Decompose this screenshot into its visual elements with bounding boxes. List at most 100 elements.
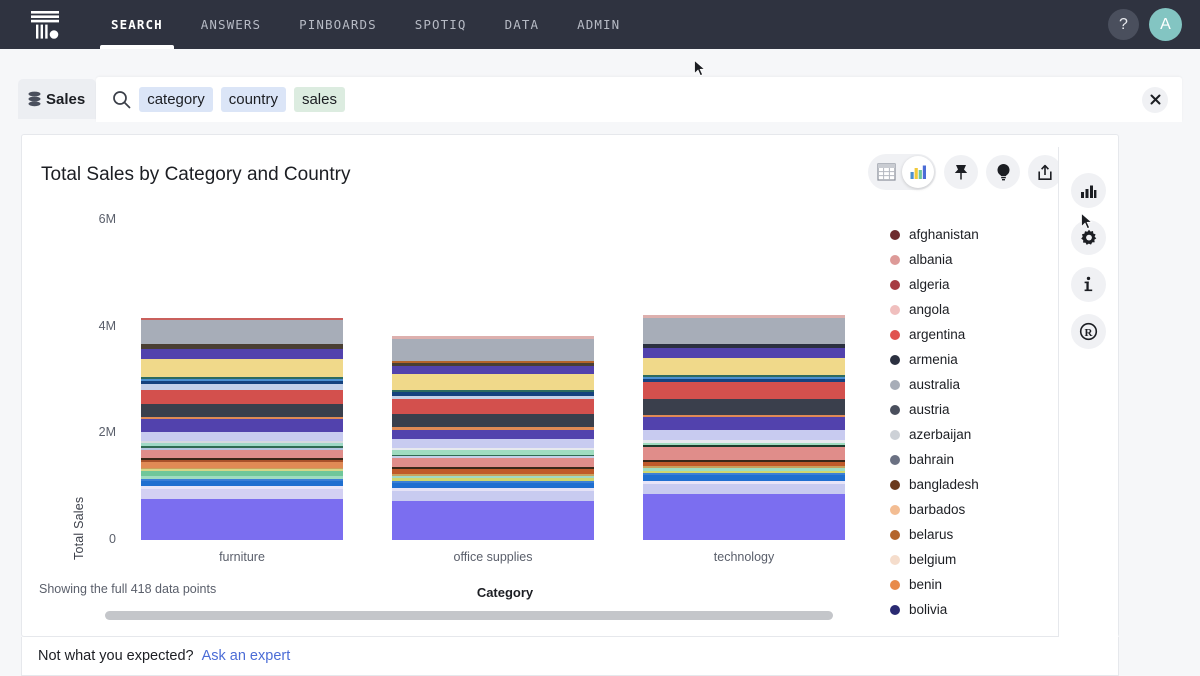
legend-label: armenia <box>909 352 958 367</box>
horizontal-scrollbar[interactable] <box>105 611 833 620</box>
legend-swatch <box>890 430 900 440</box>
nav-label: SPOTIQ <box>415 17 467 32</box>
info-glyph-icon <box>1082 276 1095 293</box>
bar-segment[interactable] <box>141 432 343 441</box>
info-icon[interactable] <box>1071 267 1106 302</box>
legend-swatch <box>890 380 900 390</box>
search-token-category[interactable]: category <box>139 87 213 112</box>
help-icon[interactable]: ? <box>1108 9 1139 40</box>
legend-swatch <box>890 305 900 315</box>
nav-item-pinboards[interactable]: PINBOARDS <box>280 0 396 49</box>
bar-segment[interactable] <box>141 359 343 378</box>
app-logo[interactable] <box>0 0 92 49</box>
replay-icon[interactable]: R <box>1071 314 1106 349</box>
bar-segment[interactable] <box>392 374 594 390</box>
bar-segment[interactable] <box>392 501 594 540</box>
svg-text:R: R <box>1085 327 1094 339</box>
data-source-chip[interactable]: Sales <box>18 79 96 119</box>
close-icon <box>1150 94 1161 105</box>
chart-config-icon[interactable] <box>1071 173 1106 208</box>
legend-swatch <box>890 530 900 540</box>
legend-label: barbados <box>909 502 965 517</box>
search-icon <box>112 90 131 109</box>
legend-label: albania <box>909 252 953 267</box>
nav-label: ANSWERS <box>201 17 261 32</box>
x-axis-tick-label: office supplies <box>392 550 594 564</box>
bar-segment[interactable] <box>141 390 343 404</box>
nav-right-actions: ? A <box>1108 0 1200 49</box>
chart-view-icon[interactable] <box>902 156 934 188</box>
bar-stack[interactable] <box>643 315 845 540</box>
table-icon <box>877 163 896 181</box>
clear-search-icon[interactable] <box>1142 87 1168 113</box>
legend-label: austria <box>909 402 950 417</box>
nav-item-data[interactable]: DATA <box>486 0 559 49</box>
pin-icon-glyph <box>953 163 969 181</box>
search-token-country[interactable]: country <box>221 87 286 112</box>
bar-stack[interactable] <box>392 336 594 540</box>
database-icon <box>27 91 42 107</box>
bar-segment[interactable] <box>643 382 845 399</box>
bar-segment[interactable] <box>141 349 343 359</box>
insights-bulb-icon[interactable] <box>986 155 1020 189</box>
table-view-icon[interactable] <box>870 156 902 188</box>
registered-r-icon: R <box>1079 322 1098 341</box>
bar-stack[interactable] <box>141 318 343 540</box>
search-input[interactable]: category country sales <box>96 77 1182 122</box>
bar-segment[interactable] <box>392 366 594 374</box>
legend-label: belgium <box>909 552 956 567</box>
pin-icon[interactable] <box>944 155 978 189</box>
stacked-bars: furnitureoffice suppliestechnology <box>125 220 885 540</box>
bar-segment[interactable] <box>392 491 594 501</box>
data-source-label: Sales <box>46 91 85 108</box>
bar-segment[interactable] <box>141 450 343 458</box>
nav-item-search[interactable]: SEARCH <box>92 0 182 49</box>
legend-label: afghanistan <box>909 227 979 242</box>
legend-swatch <box>890 605 900 615</box>
bar-segment[interactable] <box>141 489 343 499</box>
ask-an-expert-link[interactable]: Ask an expert <box>202 648 291 664</box>
legend-label: australia <box>909 377 960 392</box>
share-icon[interactable] <box>1028 155 1062 189</box>
bar-segment[interactable] <box>643 358 845 375</box>
legend-label: belarus <box>909 527 953 542</box>
bar-segment[interactable] <box>643 447 845 460</box>
bar-segment[interactable] <box>141 499 343 540</box>
avatar-initial: A <box>1160 16 1171 34</box>
bar-segment[interactable] <box>392 439 594 448</box>
mouse-cursor-secondary <box>1081 213 1093 231</box>
bar-segment[interactable] <box>392 430 594 439</box>
bar-segment[interactable] <box>392 399 594 414</box>
bar-segment[interactable] <box>643 430 845 440</box>
legend-label: benin <box>909 577 942 592</box>
bar-segment[interactable] <box>643 417 845 430</box>
legend-swatch <box>890 230 900 240</box>
bar-segment[interactable] <box>392 414 594 427</box>
nav-items: SEARCH ANSWERS PINBOARDS SPOTIQ DATA ADM… <box>92 0 639 49</box>
legend-label: bangladesh <box>909 477 979 492</box>
bar-segment[interactable] <box>141 320 343 345</box>
lightbulb-icon <box>996 163 1011 181</box>
avatar[interactable]: A <box>1149 8 1182 41</box>
nav-item-admin[interactable]: ADMIN <box>558 0 639 49</box>
bar-segment[interactable] <box>643 484 845 494</box>
bar-segment[interactable] <box>141 404 343 417</box>
nav-item-answers[interactable]: ANSWERS <box>182 0 280 49</box>
bar-segment[interactable] <box>392 458 594 467</box>
help-label: ? <box>1119 16 1128 34</box>
legend-swatch <box>890 280 900 290</box>
bar-segment[interactable] <box>141 419 343 433</box>
bar-segment[interactable] <box>392 339 594 361</box>
x-axis-tick-label: technology <box>643 550 845 564</box>
bar-chart-icon <box>1080 183 1097 199</box>
nav-label: ADMIN <box>577 17 620 32</box>
bar-segment[interactable] <box>643 348 845 358</box>
nav-item-spotiq[interactable]: SPOTIQ <box>396 0 486 49</box>
bar-segment[interactable] <box>643 318 845 344</box>
search-token-sales[interactable]: sales <box>294 87 345 112</box>
legend-swatch <box>890 555 900 565</box>
bar-segment[interactable] <box>643 399 845 415</box>
bar-segment[interactable] <box>643 494 845 540</box>
thoughtspot-logo-icon <box>27 9 65 41</box>
search-bar-row: Sales category country sales <box>0 49 1200 122</box>
